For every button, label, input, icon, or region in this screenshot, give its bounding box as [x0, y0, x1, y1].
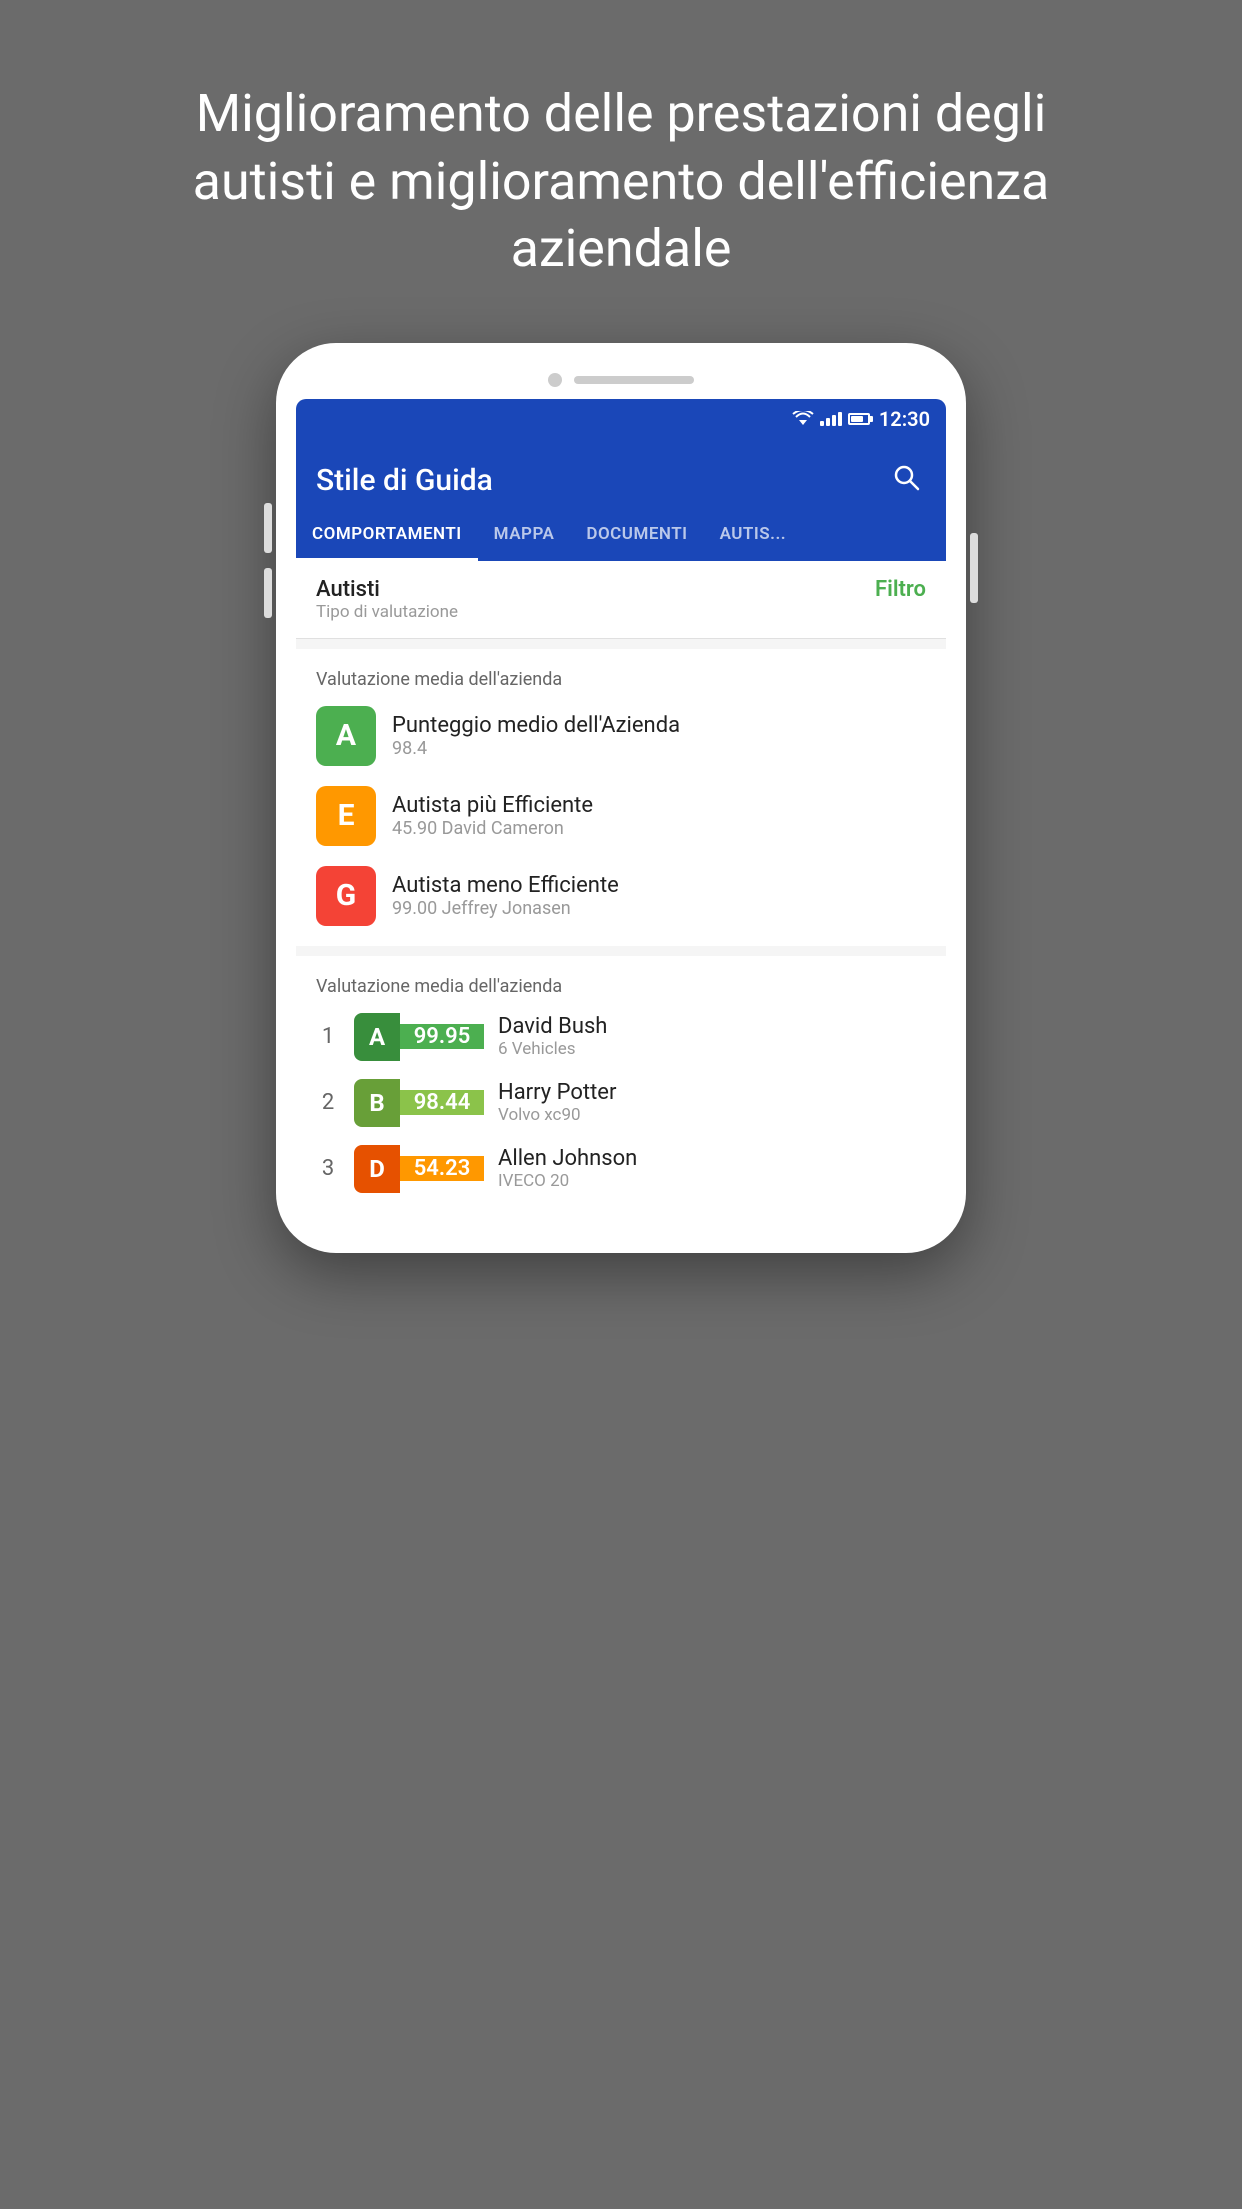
stat-value-1: 45.90 David Cameron	[392, 818, 593, 839]
rank-name-1: David Bush	[498, 1014, 607, 1039]
section-2-title: Valutazione media dell'azienda	[316, 976, 926, 997]
rank-badge-3: D 54.23	[354, 1145, 484, 1193]
rank-badge-score-3: 54.23	[400, 1156, 484, 1181]
phone-top-bar	[296, 373, 946, 387]
filter-subtitle: Tipo di valutazione	[316, 602, 458, 622]
filter-header: Autisti Tipo di valutazione Filtro	[296, 561, 946, 639]
phone-speaker	[574, 376, 694, 384]
status-icons: 12:30	[792, 407, 930, 431]
stat-value-2: 99.00 Jeffrey Jonasen	[392, 898, 619, 919]
app-bar: Stile di Guida	[296, 439, 946, 510]
tab-autis[interactable]: AUTIS...	[704, 510, 803, 561]
stat-info-1: Autista più Efficiente 45.90 David Camer…	[392, 793, 593, 839]
signal-icon	[820, 412, 842, 426]
rank-number-2: 2	[316, 1090, 340, 1115]
battery-icon	[848, 413, 873, 425]
search-button[interactable]	[886, 457, 926, 504]
wifi-icon	[792, 411, 814, 427]
rank-person-2: Harry Potter Volvo xc90	[498, 1080, 616, 1125]
rank-name-2: Harry Potter	[498, 1080, 616, 1105]
rank-badge-letter-1: A	[354, 1013, 400, 1061]
stat-label-2: Autista meno Efficiente	[392, 873, 619, 898]
rank-badge-letter-3: D	[354, 1145, 400, 1193]
rank-badge-1: A 99.95	[354, 1013, 484, 1061]
section-1-title: Valutazione media dell'azienda	[316, 669, 926, 690]
rank-sub-2: Volvo xc90	[498, 1105, 616, 1125]
front-camera	[548, 373, 562, 387]
rank-number-1: 1	[316, 1024, 340, 1049]
grade-badge-e: E	[316, 786, 376, 846]
filter-header-text: Autisti Tipo di valutazione	[316, 577, 458, 622]
rank-badge-letter-2: B	[354, 1079, 400, 1127]
status-bar: 12:30	[296, 399, 946, 439]
app-title: Stile di Guida	[316, 463, 493, 498]
rank-name-3: Allen Johnson	[498, 1146, 637, 1171]
volume-up-button	[264, 503, 272, 553]
stat-row-1: E Autista più Efficiente 45.90 David Cam…	[316, 786, 926, 846]
filter-title: Autisti	[316, 577, 458, 602]
tab-comportamenti[interactable]: COMPORTAMENTI	[296, 510, 478, 561]
rank-row-1: 2 B 98.44 Harry Potter Volvo xc90	[316, 1079, 926, 1127]
content-area: Autisti Tipo di valutazione Filtro Valut…	[296, 561, 946, 1213]
phone-mockup: 12:30 Stile di Guida COMPORTAMENTI MAPPA…	[276, 343, 966, 1253]
status-time: 12:30	[879, 407, 930, 431]
stat-label-0: Punteggio medio dell'Azienda	[392, 713, 680, 738]
stat-row-2: G Autista meno Efficiente 99.00 Jeffrey …	[316, 866, 926, 926]
rank-badge-score-1: 99.95	[400, 1024, 484, 1049]
rank-person-1: David Bush 6 Vehicles	[498, 1014, 607, 1059]
page-headline: Miglioramento delle prestazioni degli au…	[0, 0, 1242, 343]
rank-number-3: 3	[316, 1156, 340, 1181]
stat-info-0: Punteggio medio dell'Azienda 98.4	[392, 713, 680, 759]
tab-documenti[interactable]: DOCUMENTI	[570, 510, 703, 561]
grade-badge-a: A	[316, 706, 376, 766]
stat-info-2: Autista meno Efficiente 99.00 Jeffrey Jo…	[392, 873, 619, 919]
grade-badge-g: G	[316, 866, 376, 926]
section-1: Valutazione media dell'azienda A Puntegg…	[296, 649, 946, 946]
tabs-bar: COMPORTAMENTI MAPPA DOCUMENTI AUTIS...	[296, 510, 946, 561]
stat-value-0: 98.4	[392, 738, 680, 759]
rank-person-3: Allen Johnson IVECO 20	[498, 1146, 637, 1191]
stat-row-0: A Punteggio medio dell'Azienda 98.4	[316, 706, 926, 766]
power-button	[970, 533, 978, 603]
rank-badge-score-2: 98.44	[400, 1090, 484, 1115]
rank-row-0: 1 A 99.95 David Bush 6 Vehicles	[316, 1013, 926, 1061]
rank-badge-2: B 98.44	[354, 1079, 484, 1127]
filter-button[interactable]: Filtro	[875, 577, 926, 602]
stat-label-1: Autista più Efficiente	[392, 793, 593, 818]
rank-sub-1: 6 Vehicles	[498, 1039, 607, 1059]
rank-sub-3: IVECO 20	[498, 1171, 637, 1191]
section-2: Valutazione media dell'azienda 1 A 99.95…	[296, 956, 946, 1213]
volume-down-button	[264, 568, 272, 618]
rank-row-2: 3 D 54.23 Allen Johnson IVECO 20	[316, 1145, 926, 1193]
tab-mappa[interactable]: MAPPA	[478, 510, 571, 561]
phone-screen: 12:30 Stile di Guida COMPORTAMENTI MAPPA…	[296, 399, 946, 1223]
